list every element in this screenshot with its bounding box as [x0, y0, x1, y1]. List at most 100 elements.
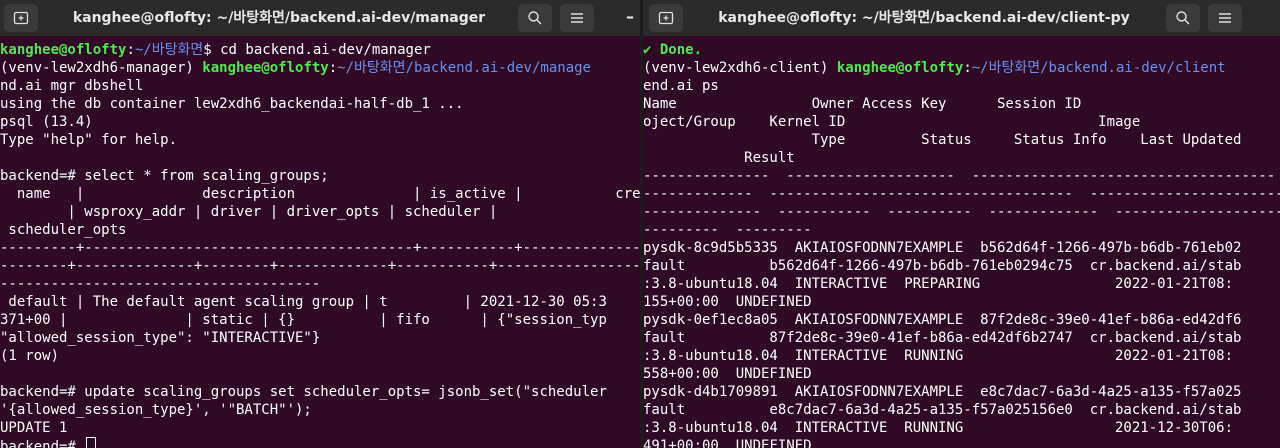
- terminal-line: --------------------------------------: [0, 275, 640, 293]
- search-icon: [1176, 11, 1190, 25]
- terminal-line: pysdk-0ef1ec8a05 AKIAIOSFODNN7EXAMPLE 87…: [643, 311, 1280, 329]
- terminal-text: ✔ Done.: [643, 42, 703, 58]
- terminal-text: name | description | is_active | create: [0, 186, 640, 202]
- terminal-text: --------- ---------: [643, 222, 812, 238]
- terminal-line: backend=#: [0, 437, 640, 448]
- terminal-text: | wsproxy_addr | driver | driver_opts | …: [0, 204, 498, 220]
- terminal-text: '{allowed_session_type}', '"BATCH"');: [0, 402, 312, 418]
- menu-button[interactable]: [1208, 4, 1242, 32]
- terminal-text: --------------- -------------------- ---…: [643, 168, 1276, 184]
- terminal-line: --------- ---------: [643, 221, 1280, 239]
- terminal-line: scheduler_opts: [0, 221, 640, 239]
- terminal-line: -------------- ----------- ---------- --…: [643, 203, 1280, 221]
- terminal-line: kanghee@oflofty:~/바탕화면$ cd backend.ai-de…: [0, 41, 640, 59]
- terminal-text: kanghee@oflofty: [202, 60, 329, 76]
- terminal-line: ------------- --------------------------…: [643, 185, 1280, 203]
- terminal-text: 558+00:00 UNDEFINED: [643, 366, 812, 382]
- terminal-text: Type Status Status Info Last Updated: [643, 132, 1242, 148]
- terminal-line: backend=# select * from scaling_groups;: [0, 167, 640, 185]
- terminal-text: ~/바탕화면/backend.ai-dev/manage: [337, 60, 591, 76]
- terminal-line: pysdk-d4b1709891 AKIAIOSFODNN7EXAMPLE e8…: [643, 383, 1280, 401]
- new-tab-icon: [658, 11, 674, 25]
- terminal-line: using the db container lew2xdh6_backenda…: [0, 95, 640, 113]
- terminal-text: using the db container lew2xdh6_backenda…: [0, 96, 464, 112]
- text-cursor: [86, 437, 97, 448]
- terminal-line: ✔ Done.: [643, 41, 1280, 59]
- terminal-text: backend=# select * from scaling_groups;: [0, 168, 329, 184]
- terminal-window-client: kanghee@oflofty: ~/바탕화면/backend.ai-dev/c…: [643, 0, 1280, 448]
- terminal-text: oject/Group Kernel ID Image: [643, 114, 1141, 130]
- window-title: kanghee@oflofty: ~/바탕화면/backend.ai-dev/c…: [718, 10, 1130, 26]
- terminal-text: :3.8-ubuntu18.04 INTERACTIVE RUNNING 202…: [643, 348, 1234, 364]
- terminal-line: end.ai ps: [643, 77, 1280, 95]
- terminal-line: 491+00:00 UNDEFINED: [643, 437, 1280, 448]
- terminal-text: kanghee@oflofty: [836, 60, 964, 76]
- terminal-line: (1 row): [0, 347, 640, 365]
- terminal-line: fault b562d64f-1266-497b-b6db-761eb0294c…: [643, 257, 1280, 275]
- terminal-text: :: [963, 60, 972, 76]
- terminal-text: 155+00:00 UNDEFINED: [643, 294, 812, 310]
- titlebar: kanghee@oflofty: ~/바탕화면/backend.ai-dev/c…: [643, 0, 1280, 36]
- hamburger-menu-icon: [1219, 13, 1231, 23]
- terminal-line: psql (13.4): [0, 113, 640, 131]
- terminal-text: Name Owner Access Key Session ID: [643, 96, 1082, 112]
- terminal-line: Type Status Status Info Last Updated: [643, 131, 1280, 149]
- terminal-line: UPDATE 1: [0, 419, 640, 437]
- terminal-line: default | The default agent scaling grou…: [0, 293, 640, 311]
- terminal-line: '{allowed_session_type}', '"BATCH"');: [0, 401, 640, 419]
- terminal-text: nd.ai mgr dbshell: [0, 78, 144, 94]
- minimize-button[interactable]: –: [620, 0, 640, 36]
- terminal-text: backend=#: [0, 439, 85, 448]
- search-icon: [528, 11, 542, 25]
- terminal-line: ---------+------------------------------…: [0, 239, 640, 257]
- terminal-line: backend=# update scaling_groups set sche…: [0, 383, 640, 401]
- terminal-line: 558+00:00 UNDEFINED: [643, 365, 1280, 383]
- terminal-text: :: [126, 42, 135, 58]
- terminal-line: Name Owner Access Key Session ID: [643, 95, 1280, 113]
- terminal-line: (venv-lew2xdh6-manager) kanghee@oflofty:…: [0, 59, 640, 77]
- terminal-text: ~/바탕화면: [134, 42, 204, 58]
- terminal-text: fault e8c7dac7-6a3d-4a25-a135-f57a025156…: [643, 402, 1242, 418]
- terminal-text: --------------------------------------: [0, 276, 321, 292]
- terminal-text: scheduler_opts: [0, 222, 127, 238]
- terminal-text: fault b562d64f-1266-497b-b6db-761eb0294c…: [643, 258, 1242, 274]
- terminal-line: "allowed_session_type": "INTERACTIVE"}: [0, 329, 640, 347]
- terminal-text: UPDATE 1: [0, 420, 68, 436]
- terminal-text: (1 row): [0, 348, 60, 364]
- terminal-text: (venv-lew2xdh6-manager): [0, 60, 203, 76]
- terminal-line: name | description | is_active | create: [0, 185, 640, 203]
- terminal-text: pysdk-d4b1709891 AKIAIOSFODNN7EXAMPLE e8…: [643, 384, 1242, 400]
- terminal-text: :3.8-ubuntu18.04 INTERACTIVE PREPARING 2…: [643, 276, 1234, 292]
- terminal-line: :3.8-ubuntu18.04 INTERACTIVE PREPARING 2…: [643, 275, 1280, 293]
- terminal-output[interactable]: ✔ Done. (venv-lew2xdh6-client) kanghee@of…: [643, 41, 1280, 448]
- terminal-text: psql (13.4): [0, 114, 93, 130]
- terminal-text: 491+00:00 UNDEFINED: [643, 438, 812, 448]
- terminal-text: $ cd backend.ai-dev/manager: [203, 42, 431, 58]
- terminal-text: Result: [643, 150, 795, 166]
- terminal-line: :3.8-ubuntu18.04 INTERACTIVE RUNNING 202…: [643, 419, 1280, 437]
- terminal-line: nd.ai mgr dbshell: [0, 77, 640, 95]
- search-button[interactable]: [518, 4, 552, 32]
- new-tab-icon: [13, 11, 29, 25]
- terminal-line: --------+--------------+--------+-------…: [0, 257, 640, 275]
- terminal-line: fault 87f2de8c-39e0-41ef-b86a-ed42df6b27…: [643, 329, 1280, 347]
- terminal-text: pysdk-8c9d5b5335 AKIAIOSFODNN7EXAMPLE b5…: [643, 240, 1242, 256]
- titlebar: kanghee@oflofty: ~/바탕화면/backend.ai-dev/m…: [0, 0, 640, 36]
- menu-button[interactable]: [560, 4, 594, 32]
- terminal-text: kanghee@oflofty: [0, 42, 127, 58]
- new-tab-button[interactable]: [4, 4, 38, 32]
- minimize-icon: –: [626, 7, 634, 26]
- terminal-output[interactable]: kanghee@oflofty:~/바탕화면$ cd backend.ai-de…: [0, 41, 640, 448]
- terminal-text: :3.8-ubuntu18.04 INTERACTIVE RUNNING 202…: [643, 420, 1234, 436]
- window-title: kanghee@oflofty: ~/바탕화면/backend.ai-dev/m…: [72, 10, 486, 26]
- terminal-text: (venv-lew2xdh6-client): [643, 60, 837, 76]
- terminal-text: --------+--------------+--------+-------…: [0, 258, 640, 274]
- new-tab-button[interactable]: [649, 4, 683, 32]
- terminal-text: backend=# update scaling_groups set sche…: [0, 384, 607, 400]
- terminal-text: Type "help" for help.: [0, 132, 178, 148]
- terminal-text: :: [328, 60, 338, 76]
- search-button[interactable]: [1166, 4, 1200, 32]
- terminal-line: | wsproxy_addr | driver | driver_opts | …: [0, 203, 640, 221]
